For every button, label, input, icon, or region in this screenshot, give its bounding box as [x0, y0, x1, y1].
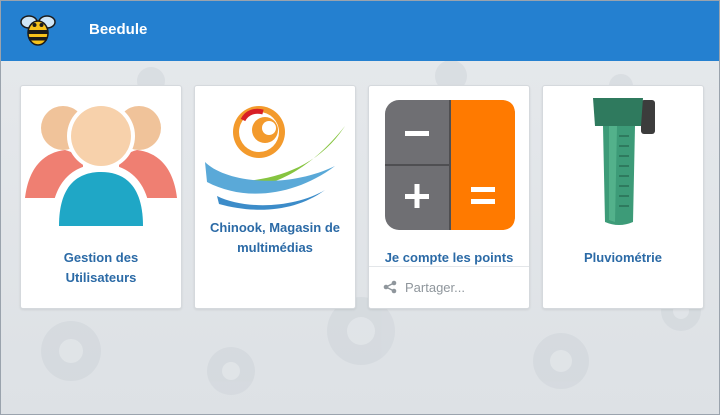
- app-window: Beedule Gestion des Utilisateurs Chinook…: [0, 0, 720, 415]
- users-icon: [25, 102, 177, 226]
- rain-gauge-icon: [593, 98, 655, 225]
- share-button[interactable]: Partager...: [369, 266, 529, 309]
- card-label: Gestion des Utilisateurs: [63, 250, 139, 285]
- card-gestion-utilisateurs[interactable]: Gestion des Utilisateurs: [20, 85, 182, 309]
- bee-icon[interactable]: [19, 13, 57, 47]
- app-header: Beedule: [1, 1, 719, 61]
- app-title[interactable]: Beedule: [89, 21, 147, 38]
- card-label: Je compte les points: [384, 250, 514, 265]
- share-label: Partager...: [405, 280, 465, 295]
- card-chinook[interactable]: Chinook, Magasin de multimédias: [194, 85, 356, 309]
- share-icon: [383, 280, 397, 294]
- card-label: Pluviométrie: [583, 250, 663, 265]
- calculator-icon: [385, 100, 515, 230]
- card-label: Chinook, Magasin de multimédias: [209, 220, 340, 255]
- card-je-compte-les-points[interactable]: Je compte les points Partager...: [368, 85, 530, 309]
- card-pluviometrie[interactable]: Pluviométrie: [542, 85, 704, 309]
- chinook-logo-icon: [205, 106, 345, 210]
